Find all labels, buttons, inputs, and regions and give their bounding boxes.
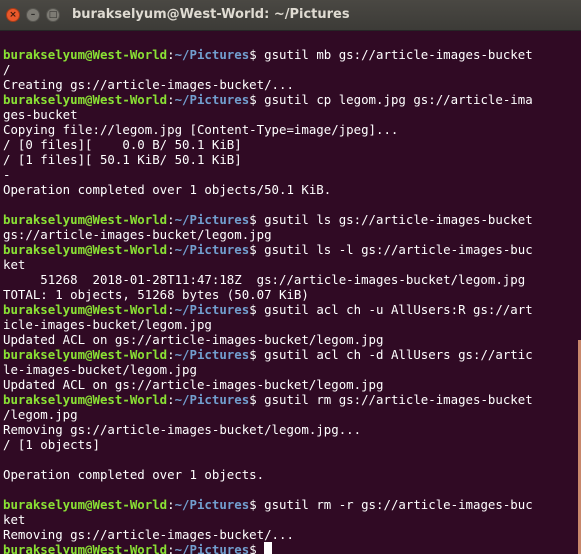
- prompt-path: ~/Pictures: [174, 302, 250, 317]
- output-line: Operation completed over 1 objects.: [3, 467, 265, 482]
- output-line: ket: [3, 257, 26, 272]
- prompt-user-host: burakselyum@West-World: [3, 47, 168, 62]
- output-line: /: [3, 62, 11, 77]
- prompt-symbol: $: [249, 92, 265, 107]
- output-line: /legom.jpg: [3, 407, 78, 422]
- prompt-line: burakselyum@West-World:~/Pictures$ gsuti…: [3, 212, 577, 227]
- window-title: burakselyum@West-World: ~/Pictures: [72, 7, 350, 22]
- prompt-path: ~/Pictures: [174, 497, 250, 512]
- prompt-user-host: burakselyum@West-World: [3, 92, 168, 107]
- command-text: gsutil acl ch -d AllUsers gs://artic: [264, 347, 533, 362]
- minimize-window-button[interactable]: –: [26, 8, 40, 22]
- title-bar[interactable]: × – □ burakselyum@West-World: ~/Pictures: [0, 0, 581, 31]
- prompt-colon: :: [167, 302, 175, 317]
- maximize-window-button[interactable]: □: [46, 8, 60, 22]
- output-line: le-images-bucket/legom.jpg: [3, 362, 197, 377]
- output-line: Updated ACL on gs://article-images-bucke…: [3, 377, 384, 392]
- prompt-line: burakselyum@West-World:~/Pictures$ gsuti…: [3, 92, 577, 107]
- prompt-line: burakselyum@West-World:~/Pictures$ gsuti…: [3, 302, 577, 317]
- terminal-window: × – □ burakselyum@West-World: ~/Pictures…: [0, 0, 581, 554]
- prompt-path: ~/Pictures: [174, 242, 250, 257]
- prompt-user-host: burakselyum@West-World: [3, 347, 168, 362]
- output-line: icle-images-bucket/legom.jpg: [3, 317, 212, 332]
- output-line: ket: [3, 512, 26, 527]
- prompt-line: burakselyum@West-World:~/Pictures$ gsuti…: [3, 392, 577, 407]
- prompt-symbol: $: [249, 347, 265, 362]
- command-text: gsutil rm -r gs://article-images-buc: [264, 497, 533, 512]
- prompt-path: ~/Pictures: [174, 542, 250, 554]
- output-line: / [1 objects]: [3, 437, 100, 452]
- command-text: gsutil rm gs://article-images-bucket: [264, 392, 533, 407]
- command-text: gsutil ls -l gs://article-images-buc: [264, 242, 533, 257]
- output-line: Removing gs://article-images-bucket/...: [3, 527, 294, 542]
- prompt-line: burakselyum@West-World:~/Pictures$ gsuti…: [3, 242, 577, 257]
- prompt-path: ~/Pictures: [174, 392, 250, 407]
- command-text: gsutil mb gs://article-images-bucket: [264, 47, 533, 62]
- prompt-colon: :: [167, 47, 175, 62]
- prompt-user-host: burakselyum@West-World: [3, 212, 168, 227]
- output-line: -: [3, 167, 11, 182]
- prompt-line: burakselyum@West-World:~/Pictures$ gsuti…: [3, 347, 577, 362]
- command-text: gsutil cp legom.jpg gs://article-ima: [264, 92, 533, 107]
- command-text: gsutil acl ch -u AllUsers:R gs://art: [264, 302, 533, 317]
- output-line: / [1 files][ 50.1 KiB/ 50.1 KiB]: [3, 152, 242, 167]
- command-text: gsutil ls gs://article-images-bucket: [264, 212, 533, 227]
- output-line: ges-bucket: [3, 107, 78, 122]
- output-line: 51268 2018-01-28T11:47:18Z gs://article-…: [3, 272, 526, 287]
- prompt-colon: :: [167, 212, 175, 227]
- prompt-colon: :: [167, 392, 175, 407]
- prompt-symbol: $: [249, 242, 265, 257]
- prompt-colon: :: [167, 497, 175, 512]
- prompt-line: burakselyum@West-World:~/Pictures$ gsuti…: [3, 47, 577, 62]
- output-line: Removing gs://article-images-bucket/lego…: [3, 422, 362, 437]
- prompt-colon: :: [167, 542, 175, 554]
- prompt-symbol: $: [249, 212, 265, 227]
- prompt-symbol: $: [249, 542, 265, 554]
- close-window-button[interactable]: ×: [6, 8, 20, 22]
- prompt-user-host: burakselyum@West-World: [3, 242, 168, 257]
- prompt-user-host: burakselyum@West-World: [3, 497, 168, 512]
- output-line: Updated ACL on gs://article-images-bucke…: [3, 332, 384, 347]
- output-line: / [0 files][ 0.0 B/ 50.1 KiB]: [3, 137, 242, 152]
- output-line: TOTAL: 1 objects, 51268 bytes (50.07 KiB…: [3, 287, 309, 302]
- prompt-user-host: burakselyum@West-World: [3, 302, 168, 317]
- prompt-colon: :: [167, 242, 175, 257]
- prompt-symbol: $: [249, 302, 265, 317]
- text-cursor[interactable]: [264, 542, 273, 554]
- terminal-output[interactable]: burakselyum@West-World:~/Pictures$ gsuti…: [3, 32, 577, 554]
- prompt-user-host: burakselyum@West-World: [3, 542, 168, 554]
- prompt-line: burakselyum@West-World:~/Pictures$: [3, 542, 577, 554]
- prompt-user-host: burakselyum@West-World: [3, 392, 168, 407]
- prompt-path: ~/Pictures: [174, 212, 250, 227]
- output-line: gs://article-images-bucket/legom.jpg: [3, 227, 272, 242]
- output-line: Creating gs://article-images-bucket/...: [3, 77, 294, 92]
- prompt-symbol: $: [249, 392, 265, 407]
- prompt-symbol: $: [249, 47, 265, 62]
- prompt-colon: :: [167, 347, 175, 362]
- prompt-colon: :: [167, 92, 175, 107]
- output-line: Operation completed over 1 objects/50.1 …: [3, 182, 332, 197]
- prompt-path: ~/Pictures: [174, 47, 250, 62]
- output-line: Copying file://legom.jpg [Content-Type=i…: [3, 122, 399, 137]
- prompt-symbol: $: [249, 497, 265, 512]
- prompt-path: ~/Pictures: [174, 347, 250, 362]
- prompt-path: ~/Pictures: [174, 92, 250, 107]
- prompt-line: burakselyum@West-World:~/Pictures$ gsuti…: [3, 497, 577, 512]
